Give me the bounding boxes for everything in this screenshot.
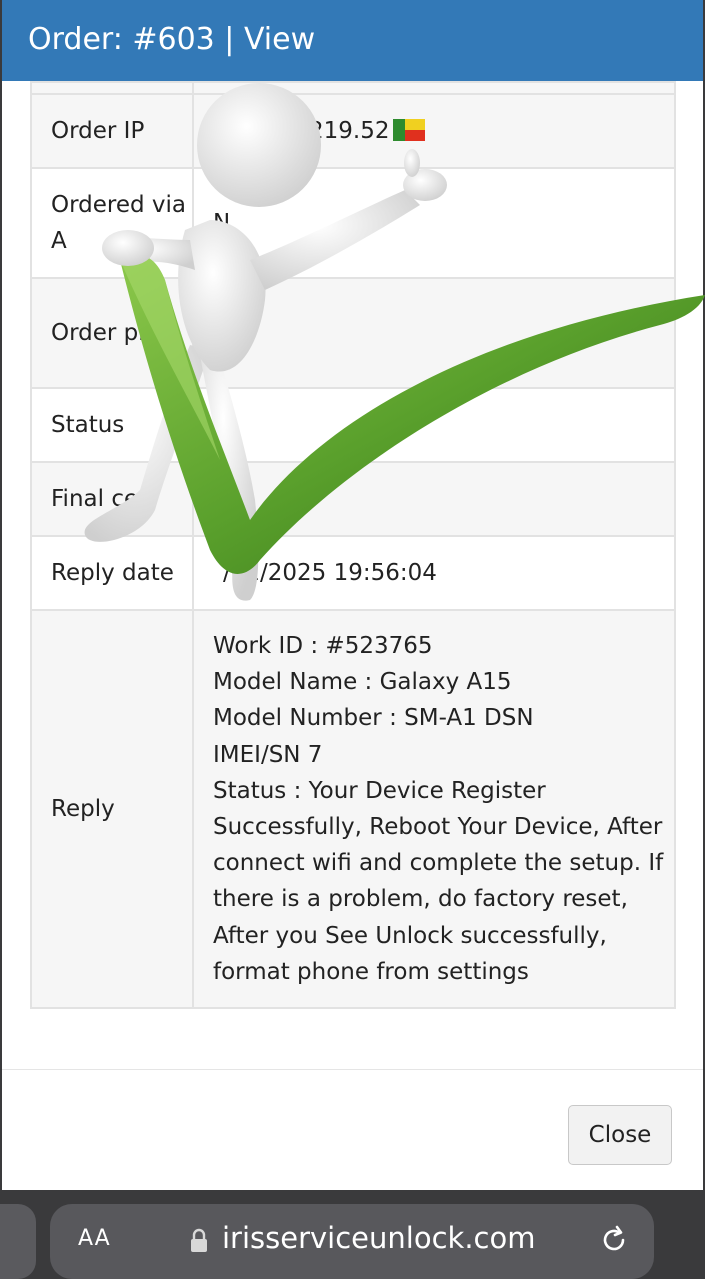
modal-title: Order: #603 | View: [28, 22, 316, 57]
reply-line: Status : Your Device Register: [213, 777, 546, 804]
reply-line: IMEI/SN 7: [213, 741, 323, 768]
reply-line: Work ID : #523765: [213, 632, 433, 659]
text-size-button[interactable]: AA: [78, 1226, 111, 1251]
reply-line: Successfully, Reboot Your Device, After: [213, 814, 663, 840]
lock-icon: [191, 1228, 207, 1252]
reply-line: Model Number : SM-A1 DSN: [213, 705, 534, 732]
table-row-reply: Reply Work ID : #523765 Model Name : Gal…: [30, 609, 676, 1009]
reply-line: Model Name : Galaxy A15: [213, 669, 512, 696]
reload-icon[interactable]: [598, 1224, 630, 1256]
browser-toolbar: AA irisserviceunlock.com: [0, 1190, 705, 1279]
checkmark-mascot-icon: [84, 83, 705, 601]
reply-content: Work ID : #523765 Model Name : Galaxy A1…: [192, 609, 676, 1009]
modal-header: Order: #603 | View: [2, 0, 703, 81]
close-button[interactable]: Close: [568, 1105, 672, 1165]
reply-line: format phone from settings: [213, 958, 529, 985]
url-text[interactable]: irisserviceunlock.com: [222, 1220, 535, 1256]
address-bar[interactable]: AA irisserviceunlock.com: [50, 1204, 654, 1279]
modal-footer: Close: [2, 1069, 703, 1190]
reply-line: there is a problem, do factory reset,: [213, 886, 628, 913]
tab-switcher[interactable]: [0, 1204, 36, 1279]
row-label: Reply: [30, 609, 194, 1009]
reply-line: connect wifi and complete the setup. If: [213, 850, 664, 877]
reply-line: After you See Unlock successfully,: [213, 922, 607, 949]
reply-text: Work ID : #523765 Model Name : Galaxy A1…: [213, 620, 674, 998]
